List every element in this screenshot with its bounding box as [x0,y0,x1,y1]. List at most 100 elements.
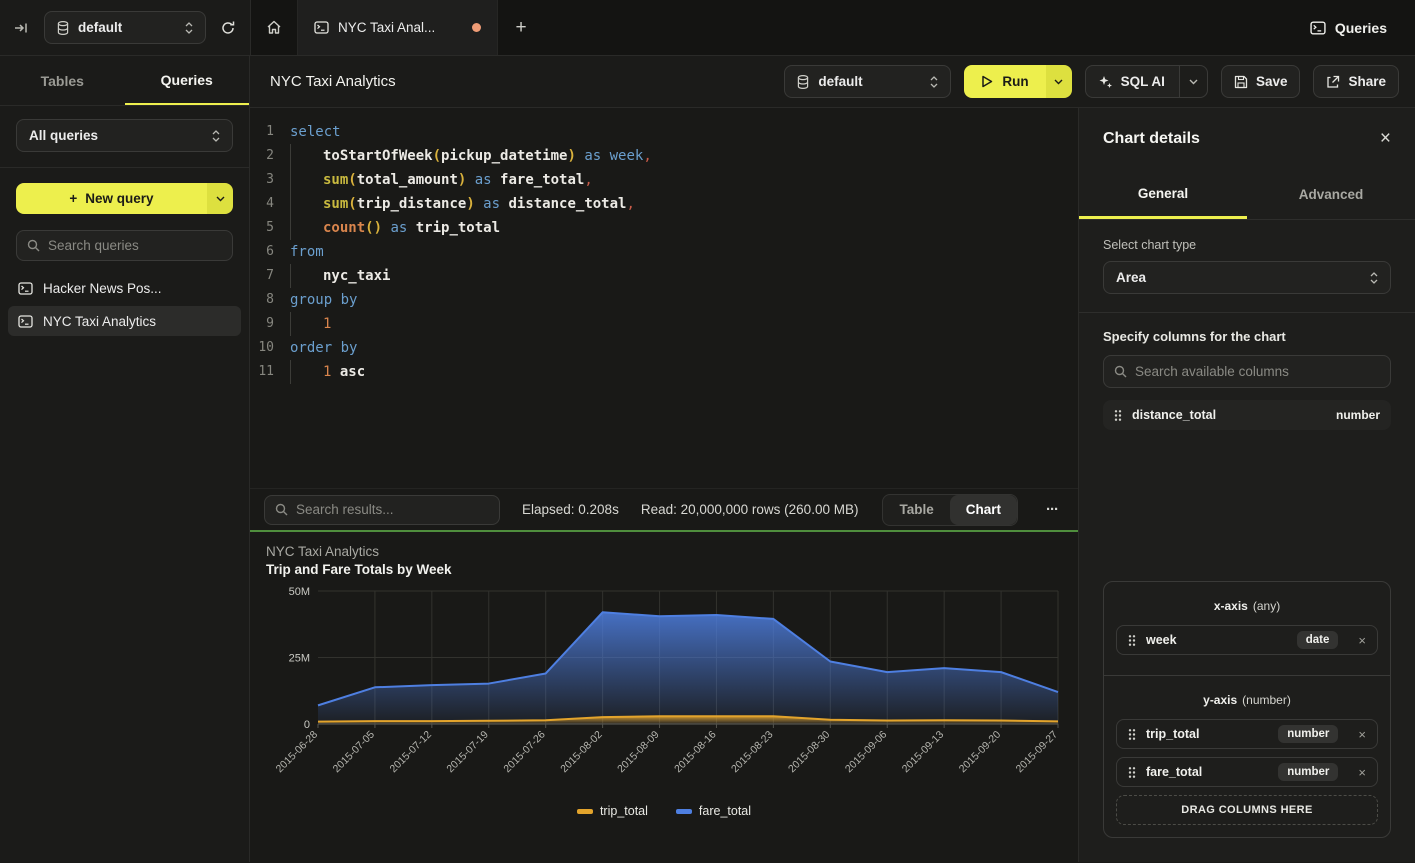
code-line[interactable]: 3sum(total_amount) as fare_total, [250,168,1078,192]
chevron-updown-icon [212,129,220,143]
svg-text:2015-08-02: 2015-08-02 [558,729,605,776]
new-tab-button[interactable]: + [498,0,544,55]
page-title: NYC Taxi Analytics [270,73,396,90]
database-select[interactable]: default [784,65,951,98]
run-button[interactable]: Run [964,65,1071,98]
area-chart[interactable]: 025M50M2015-06-282015-07-052015-07-12201… [266,583,1062,797]
close-icon[interactable]: × [1380,128,1391,150]
line-number: 7 [250,264,274,288]
new-query-dropdown[interactable] [207,183,233,214]
drag-handle-icon[interactable] [1128,634,1136,647]
database-icon [57,21,69,35]
remove-column-icon[interactable]: × [1358,727,1366,742]
drag-handle-icon[interactable] [1128,766,1136,779]
line-number: 11 [250,360,274,384]
line-number: 9 [250,312,274,336]
list-item-hacker-news[interactable]: Hacker News Pos... [8,273,241,303]
code-line[interactable]: 111 asc [250,360,1078,384]
column-type-badge: date [1297,631,1339,649]
tab-tables[interactable]: Tables [0,56,125,105]
svg-text:25M: 25M [289,653,310,665]
chevron-updown-icon [930,75,938,89]
tab-nyc-taxi-analytics[interactable]: NYC Taxi Anal... [298,0,498,55]
toggle-table[interactable]: Table [883,495,949,525]
column-type-badge: number [1278,763,1338,781]
drag-handle-icon[interactable] [1114,409,1122,422]
indent-guide [290,312,323,336]
queries-filter-select[interactable]: All queries [16,119,233,152]
divider [1079,312,1415,313]
chart-legend: trip_total fare_total [266,804,1062,818]
database-value: default [818,74,862,89]
list-item-nyc-taxi[interactable]: NYC Taxi Analytics [8,306,241,336]
tab-general[interactable]: General [1079,170,1247,219]
svg-text:2015-08-30: 2015-08-30 [786,729,833,776]
topbar-database-select[interactable]: default [44,11,206,44]
svg-text:2015-08-16: 2015-08-16 [672,729,719,776]
chart-type-select[interactable]: Area [1103,261,1391,294]
legend-label: trip_total [600,804,648,818]
column-distance-total[interactable]: distance_total number [1103,400,1391,430]
new-query-button[interactable]: + New query [16,183,233,214]
drag-handle-icon[interactable] [1128,728,1136,741]
more-options-icon[interactable]: ··· [1040,501,1064,518]
save-button[interactable]: Save [1221,65,1301,98]
drag-columns-dropzone[interactable]: DRAG COLUMNS HERE [1116,795,1378,825]
svg-text:50M: 50M [289,586,310,598]
sidebar-tabs: Tables Queries [0,56,249,106]
legend-label: fare_total [699,804,751,818]
search-queries-box [16,230,233,261]
tab-queries[interactable]: Queries [125,56,250,105]
tab-home[interactable] [251,0,298,55]
indent-guide [290,360,323,384]
queries-shortcut-label: Queries [1335,20,1387,36]
remove-column-icon[interactable]: × [1358,633,1366,648]
search-columns-input[interactable] [1135,364,1380,379]
run-options-dropdown[interactable] [1046,65,1072,98]
saved-queries-list: Hacker News Pos... NYC Taxi Analytics [0,273,249,339]
legend-swatch [577,809,593,814]
legend-item-fare_total[interactable]: fare_total [676,804,751,818]
tab-strip: NYC Taxi Anal... + Queries [250,0,1415,55]
sql-ai-dropdown[interactable] [1179,66,1207,97]
toggle-chart[interactable]: Chart [950,495,1017,525]
sql-editor[interactable]: 1select2toStartOfWeek(pickup_datetime) a… [250,108,1078,488]
code-line[interactable]: 7nyc_taxi [250,264,1078,288]
code-line[interactable]: 91 [250,312,1078,336]
column-name: fare_total [1146,765,1202,779]
collapse-sidebar-icon[interactable] [14,21,30,35]
code-line[interactable]: 1select [250,120,1078,144]
legend-item-trip_total[interactable]: trip_total [577,804,648,818]
queries-shortcut[interactable]: Queries [1282,0,1415,55]
svg-text:2015-09-27: 2015-09-27 [1014,729,1061,776]
line-number: 10 [250,336,274,360]
y-axis-column-trip-total[interactable]: trip_total number × [1116,719,1378,749]
y-axis-column-fare-total[interactable]: fare_total number × [1116,757,1378,787]
svg-text:2015-08-09: 2015-08-09 [615,729,662,776]
search-icon [27,239,40,252]
play-icon [981,75,993,88]
code-line[interactable]: 2toStartOfWeek(pickup_datetime) as week, [250,144,1078,168]
remove-column-icon[interactable]: × [1358,765,1366,780]
search-queries-input[interactable] [48,238,222,253]
tab-advanced[interactable]: Advanced [1247,170,1415,219]
save-icon [1234,75,1248,89]
code-line[interactable]: 10order by [250,336,1078,360]
panel-title: Chart details [1103,130,1200,148]
code-line[interactable]: 6from [250,240,1078,264]
search-results-input[interactable] [296,502,489,517]
code-line[interactable]: 4sum(trip_distance) as distance_total, [250,192,1078,216]
query-icon [18,282,33,295]
refresh-icon[interactable] [220,20,236,36]
column-type: number [1336,408,1380,422]
sparkle-icon [1098,74,1113,89]
chevron-updown-icon [1370,271,1378,285]
code-line[interactable]: 8group by [250,288,1078,312]
share-button[interactable]: Share [1313,65,1399,98]
chevron-updown-icon [185,21,193,35]
queries-filter-value: All queries [29,128,98,143]
code-line[interactable]: 5count() as trip_total [250,216,1078,240]
x-axis-column-week[interactable]: week date × [1116,625,1378,655]
chart-section: NYC Taxi Analytics Trip and Fare Totals … [250,532,1078,862]
sql-ai-button[interactable]: SQL AI [1085,65,1208,98]
